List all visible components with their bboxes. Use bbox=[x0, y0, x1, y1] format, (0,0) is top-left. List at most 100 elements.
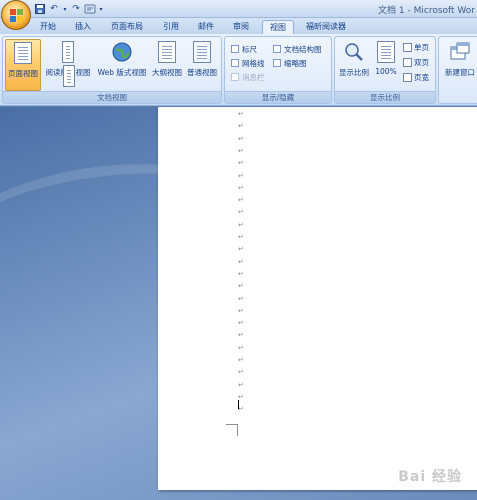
ruler-checkbox-box[interactable] bbox=[231, 45, 239, 53]
paragraph-mark: ↵ bbox=[238, 306, 244, 315]
two-pages-icon bbox=[403, 57, 412, 67]
paragraph-mark: ↵ bbox=[238, 146, 244, 155]
message-bar-checkbox: 消息栏 bbox=[231, 71, 265, 83]
page-view-button[interactable]: 页面视图 bbox=[5, 39, 41, 91]
undo-dropdown-icon[interactable]: ▾ bbox=[62, 3, 68, 15]
draft-view-button[interactable]: 普通视图 bbox=[185, 39, 219, 91]
group-show-hide-label: 显示/隐藏 bbox=[225, 91, 331, 103]
document-map-checkbox-box[interactable] bbox=[273, 45, 281, 53]
paragraph-mark: ↵ bbox=[238, 159, 244, 168]
two-pages-button[interactable]: 双页 bbox=[403, 56, 429, 68]
paragraph-mark: ↵ bbox=[238, 245, 244, 254]
quick-access-toolbar: ↶ ▾ ↷ ▾ bbox=[34, 2, 104, 16]
message-bar-label: 消息栏 bbox=[242, 72, 265, 82]
thumbnails-label: 缩略图 bbox=[284, 58, 307, 68]
message-bar-checkbox-box bbox=[231, 73, 239, 81]
thumbnails-checkbox[interactable]: 缩略图 bbox=[273, 57, 307, 69]
one-page-icon bbox=[403, 42, 412, 52]
paragraph-mark: ↵ bbox=[238, 110, 244, 118]
zoom-100-icon bbox=[375, 41, 397, 65]
web-layout-label: Web 版式视图 bbox=[97, 68, 147, 77]
outline-view-icon bbox=[156, 41, 178, 65]
paragraph-mark: ↵ bbox=[238, 343, 244, 352]
one-page-button[interactable]: 单页 bbox=[403, 41, 429, 53]
draft-view-label: 普通视图 bbox=[187, 68, 217, 77]
group-document-views-label: 文档视图 bbox=[3, 91, 221, 103]
paragraph-mark: ↵ bbox=[238, 331, 244, 340]
paragraph-mark: ↵ bbox=[238, 122, 244, 131]
margin-corner-mark bbox=[226, 424, 238, 436]
page-width-button[interactable]: 页宽 bbox=[403, 71, 429, 83]
gridlines-checkbox-box[interactable] bbox=[231, 59, 239, 67]
qat-dropdown-icon[interactable]: ▾ bbox=[98, 3, 104, 15]
ribbon-tabs: 开始 插入 页面布局 引用 邮件 审阅 视图 福昕阅读器 bbox=[0, 18, 477, 34]
page-width-label: 页宽 bbox=[414, 72, 429, 82]
office-button[interactable] bbox=[1, 0, 31, 30]
paragraph-mark: ↵ bbox=[238, 208, 244, 217]
web-layout-icon bbox=[111, 41, 133, 65]
tab-references[interactable]: 引用 bbox=[156, 20, 186, 34]
customize-icon[interactable] bbox=[84, 3, 96, 15]
paragraph-mark: ↵ bbox=[238, 134, 244, 143]
tab-page-layout[interactable]: 页面布局 bbox=[104, 20, 150, 34]
zoom-100-button[interactable]: 100% bbox=[373, 39, 399, 91]
outline-view-button[interactable]: 大纲视图 bbox=[150, 39, 184, 91]
gridlines-label: 网格线 bbox=[242, 58, 265, 68]
new-window-button[interactable]: 新建窗口 bbox=[441, 39, 477, 91]
group-zoom: 显示比例 100% 单页 双页 页宽 显示比例 bbox=[334, 36, 436, 104]
paragraph-mark: ↵ bbox=[238, 294, 244, 303]
text-cursor bbox=[238, 400, 239, 409]
undo-icon[interactable]: ↶ bbox=[48, 3, 60, 15]
paragraph-mark: ↵ bbox=[238, 196, 244, 205]
group-document-views: 页面视图 阅读版式视图 Web 版式视图 大纲视图 普通视图 文档视图 bbox=[2, 36, 222, 104]
magnifier-icon bbox=[343, 41, 365, 65]
web-layout-button[interactable]: Web 版式视图 bbox=[95, 39, 149, 91]
title-bar: ↶ ▾ ↷ ▾ 文档 1 - Microsoft Wor bbox=[0, 0, 477, 30]
tab-view[interactable]: 视图 bbox=[262, 20, 294, 34]
new-window-icon bbox=[449, 41, 471, 65]
reading-layout-button[interactable]: 阅读版式视图 bbox=[43, 39, 93, 91]
window-title: 文档 1 - Microsoft Wor bbox=[378, 6, 475, 16]
paragraph-mark: ↵ bbox=[238, 233, 244, 241]
paragraph-mark: ↵ bbox=[238, 220, 244, 229]
page-view-label: 页面视图 bbox=[8, 69, 38, 78]
new-window-label: 新建窗口 bbox=[445, 68, 475, 77]
document-map-label: 文档结构图 bbox=[284, 44, 322, 54]
tab-mailings[interactable]: 邮件 bbox=[191, 20, 221, 34]
document-workspace: ↵ ↵ ↵ ↵ ↵ ↵ ↵ ↵ ↵ ↵ ↵ ↵ ↵ ↵ ↵ ↵ ↵ ↵ ↵ ↵ ↵ ↵ ↵ ↵ ↵ Bai 经验 bbox=[0, 107, 477, 500]
tab-review[interactable]: 审阅 bbox=[226, 20, 256, 34]
document-page[interactable]: ↵ ↵ ↵ ↵ ↵ ↵ ↵ ↵ ↵ ↵ ↵ ↵ ↵ ↵ ↵ ↵ ↵ ↵ ↵ ↵ ↵ ↵ ↵ ↵ ↵ Bai 经验 bbox=[158, 107, 477, 490]
paragraph-mark: ↵ bbox=[238, 380, 244, 389]
paragraph-mark: ↵ bbox=[238, 356, 244, 364]
tab-home[interactable]: 开始 bbox=[33, 20, 63, 34]
office-logo-icon bbox=[10, 9, 23, 22]
ribbon: 页面视图 阅读版式视图 Web 版式视图 大纲视图 普通视图 文档视图 标尺 bbox=[0, 34, 477, 106]
tab-foxit-reader[interactable]: 福昕阅读器 bbox=[299, 20, 353, 34]
paragraph-mark: ↵ bbox=[238, 171, 244, 180]
group-window: 新建窗口 bbox=[438, 36, 477, 104]
zoom-button[interactable]: 显示比例 bbox=[337, 39, 371, 91]
paragraph-mark: ↵ bbox=[238, 257, 244, 266]
two-pages-label: 双页 bbox=[414, 57, 429, 67]
paragraph-mark: ↵ bbox=[238, 269, 244, 278]
paragraph-mark: ↵ bbox=[238, 282, 244, 291]
paragraph-mark: ↵ bbox=[238, 183, 244, 192]
redo-icon[interactable]: ↷ bbox=[70, 3, 82, 15]
ruler-checkbox[interactable]: 标尺 bbox=[231, 43, 257, 55]
gridlines-checkbox[interactable]: 网格线 bbox=[231, 57, 265, 69]
reading-layout-icon bbox=[57, 41, 79, 87]
save-icon[interactable] bbox=[34, 3, 46, 15]
paragraph-mark: ↵ bbox=[238, 368, 244, 377]
thumbnails-checkbox-box[interactable] bbox=[273, 59, 281, 67]
group-zoom-label: 显示比例 bbox=[335, 91, 435, 103]
zoom-100-label: 100% bbox=[375, 67, 397, 76]
one-page-label: 单页 bbox=[414, 42, 429, 52]
document-map-checkbox[interactable]: 文档结构图 bbox=[273, 43, 322, 55]
zoom-label: 显示比例 bbox=[339, 68, 369, 77]
draft-view-icon bbox=[191, 41, 213, 65]
paragraph-mark: ↵ bbox=[238, 319, 244, 328]
tab-insert[interactable]: 插入 bbox=[68, 20, 98, 34]
page-view-icon bbox=[12, 42, 34, 66]
page-width-icon bbox=[403, 72, 412, 82]
ruler-label: 标尺 bbox=[242, 44, 257, 54]
